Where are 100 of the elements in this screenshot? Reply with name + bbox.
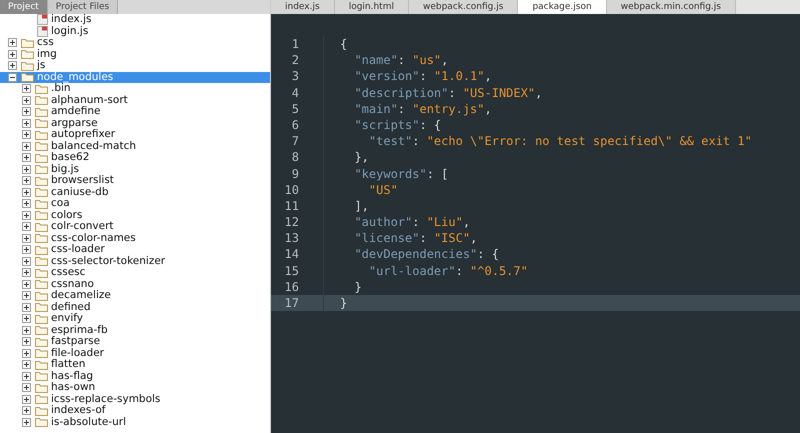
tree-row[interactable]: css xyxy=(0,37,270,48)
tree-row[interactable]: css-loader xyxy=(0,244,270,256)
tree-row[interactable]: defined xyxy=(0,302,270,313)
line-number: 11 xyxy=(271,198,324,214)
folder-icon xyxy=(35,382,48,393)
expander-icon[interactable] xyxy=(22,96,31,105)
tree-row[interactable]: is-absolute-url xyxy=(0,416,270,428)
code-text: "author": "Liu", xyxy=(353,214,472,230)
tree-row[interactable]: indexes-of xyxy=(0,405,270,416)
expander-icon[interactable] xyxy=(22,176,31,186)
expander-icon[interactable] xyxy=(22,153,31,162)
expander-icon[interactable] xyxy=(8,72,17,82)
tree-row[interactable]: .bin xyxy=(0,83,270,94)
tree-row[interactable]: login.js xyxy=(0,26,270,37)
expander-icon[interactable] xyxy=(22,164,31,174)
tree-row[interactable]: cssnano xyxy=(0,278,270,290)
expander-icon[interactable] xyxy=(8,61,17,70)
expander-icon[interactable] xyxy=(22,291,31,300)
folder-icon xyxy=(35,256,48,266)
tree-row[interactable]: autoprefixer xyxy=(0,129,270,140)
tree-row[interactable]: css-color-names xyxy=(0,232,270,244)
tree-row[interactable]: has-flag xyxy=(0,370,270,382)
tree-row[interactable]: base62 xyxy=(0,152,270,164)
tree-row[interactable]: flatten xyxy=(0,359,270,370)
tree-item-label: has-flag xyxy=(51,370,94,382)
folder-icon xyxy=(35,95,48,106)
expander-icon[interactable] xyxy=(22,348,31,358)
tree-row[interactable]: file-loader xyxy=(0,348,270,359)
expander-icon[interactable] xyxy=(8,50,17,59)
tree-item-label: esprima-fb xyxy=(51,324,108,336)
expander-icon[interactable] xyxy=(22,302,31,312)
tree-row[interactable]: cssesc xyxy=(0,267,270,278)
folder-icon xyxy=(21,38,34,48)
file-tab[interactable]: login.html xyxy=(334,0,409,14)
tree-item-label: amdefine xyxy=(51,106,101,118)
tree-row[interactable]: big.js xyxy=(0,164,270,175)
folder-icon xyxy=(35,118,48,128)
expander-icon[interactable] xyxy=(22,234,31,243)
expander-icon[interactable] xyxy=(8,38,17,48)
tree-row[interactable]: amdefine xyxy=(0,106,270,118)
expander-icon[interactable] xyxy=(22,84,31,94)
line-number: 8 xyxy=(271,149,324,166)
expander-icon[interactable] xyxy=(22,130,31,140)
folder-icon xyxy=(35,233,48,244)
line-number: 10 xyxy=(271,182,324,198)
folder-icon xyxy=(35,336,48,347)
tree-row[interactable]: has-own xyxy=(0,382,270,394)
folder-icon xyxy=(35,268,48,278)
tree-item-label: cssnano xyxy=(51,278,94,290)
tree-item-label: node_modules xyxy=(37,72,114,83)
expander-icon[interactable] xyxy=(22,188,31,197)
expander-icon[interactable] xyxy=(22,280,31,289)
tree-row[interactable]: argparse xyxy=(0,118,270,129)
expander-icon[interactable] xyxy=(22,383,31,392)
file-tab[interactable]: webpack.config.js xyxy=(408,0,518,14)
tree-row[interactable]: balanced-match xyxy=(0,140,270,152)
tree-row[interactable]: colr-convert xyxy=(0,221,270,232)
expander-icon[interactable] xyxy=(22,337,31,346)
file-tab[interactable]: package.json xyxy=(518,0,607,14)
file-tab[interactable]: index.js xyxy=(271,0,335,14)
expander-icon[interactable] xyxy=(22,256,31,266)
tree-row[interactable]: alphanum-sort xyxy=(0,94,270,106)
tree-row[interactable]: browserslist xyxy=(0,175,270,186)
tree-row[interactable]: esprima-fb xyxy=(0,324,270,336)
file-tab[interactable]: webpack.min.config.js xyxy=(606,0,736,14)
expander-icon[interactable] xyxy=(22,210,31,220)
tree-row[interactable]: css-selector-tokenizer xyxy=(0,256,270,267)
expander-icon[interactable] xyxy=(22,360,31,370)
expander-icon[interactable] xyxy=(22,268,31,278)
tree-row[interactable]: colors xyxy=(0,210,270,221)
expander-icon[interactable] xyxy=(22,406,31,416)
tree-row[interactable]: js xyxy=(0,60,270,72)
expander-icon[interactable] xyxy=(22,142,31,151)
file-icon xyxy=(37,14,48,26)
expander-icon[interactable] xyxy=(22,418,31,427)
panel-tab[interactable]: Project Files xyxy=(48,0,118,14)
expander-icon[interactable] xyxy=(22,314,31,324)
tree-row[interactable]: img xyxy=(0,48,270,60)
line-number: 1 xyxy=(271,36,324,52)
expander-icon[interactable] xyxy=(22,326,31,335)
tree-row[interactable]: index.js xyxy=(0,14,270,26)
tree-row[interactable]: caniuse-db xyxy=(0,186,270,198)
expander-icon[interactable] xyxy=(22,199,31,208)
expander-icon[interactable] xyxy=(22,222,31,232)
tree-row[interactable]: coa xyxy=(0,198,270,210)
folder-icon xyxy=(35,406,48,416)
folder-icon xyxy=(35,244,48,255)
expander-icon[interactable] xyxy=(22,118,31,128)
expander-icon[interactable] xyxy=(22,394,31,404)
tree-row[interactable]: icss-replace-symbols xyxy=(0,394,270,405)
code-text: "main": "entry.js", xyxy=(353,100,493,117)
line-number: 3 xyxy=(271,68,324,85)
expander-icon[interactable] xyxy=(22,107,31,116)
expander-icon[interactable] xyxy=(22,245,31,254)
panel-tab[interactable]: Project xyxy=(0,0,48,14)
tree-row[interactable]: fastparse xyxy=(0,336,270,348)
expander-icon[interactable] xyxy=(22,372,31,381)
tree-row[interactable]: envify xyxy=(0,313,270,324)
tree-row[interactable]: decamelize xyxy=(0,290,270,302)
folder-icon xyxy=(35,222,48,232)
